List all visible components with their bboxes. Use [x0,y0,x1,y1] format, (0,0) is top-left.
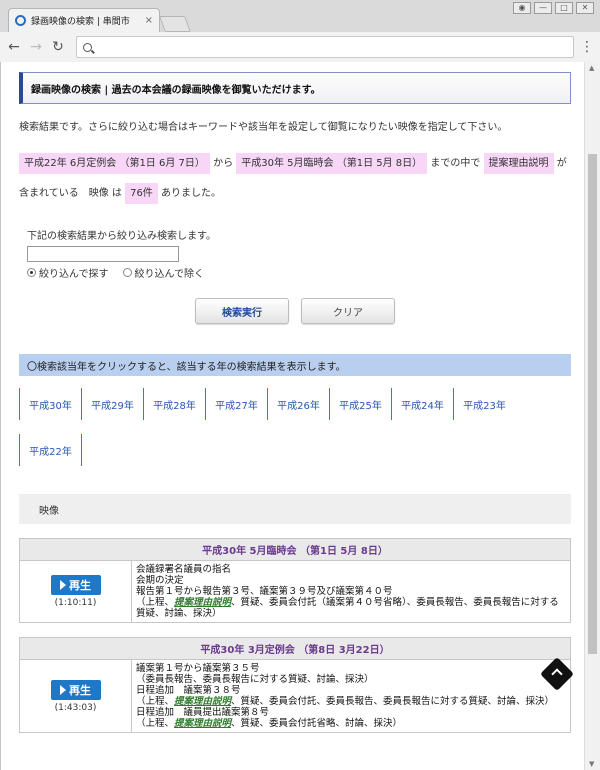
refine-mode: 絞り込んで探す 絞り込んで除く [27,265,571,280]
play-button[interactable]: 再生 [50,575,101,595]
browser-toolbar: ← → ↻ ⋮ [0,32,600,62]
radio-exclude-dot[interactable] [122,268,132,277]
from-session: 平成22年 6月定例会 （第1日 6月 7日） [19,153,210,174]
play-icon [60,580,66,590]
refine-search: 下記の検索結果から絞り込み検索します。 絞り込んで探す 絞り込んで除く [19,227,571,280]
agenda-line: 議案第１号から議案第３５号 [136,663,260,674]
record-title: 平成30年 3月定例会 （第8日 3月22日） [20,638,570,660]
result-count: 76件 [125,183,158,204]
year-link-h27[interactable]: 平成27年 [205,388,267,420]
forward-arrow-icon[interactable]: → [28,39,44,55]
page-title: 録画映像の検索 | 過去の本会議の録画映像を御覧いただけます。 [19,72,571,104]
page-scrollbar[interactable]: ▲ ▼ [584,62,600,770]
year-link-h23[interactable]: 平成23年 [453,388,515,420]
back-arrow-icon[interactable]: ← [6,39,22,55]
agenda-line: （上程、提案理由説明、質疑、委員会付託省略、討論、採決） [136,718,566,729]
page-content: 録画映像の検索 | 過去の本会議の録画映像を御覧いただけます。 検索結果です。さ… [19,72,571,733]
search-keyword: 提案理由説明 [483,153,554,174]
reload-icon[interactable]: ↻ [50,39,66,55]
scroll-down-icon[interactable]: ▼ [589,760,594,768]
year-link-h28[interactable]: 平成28年 [143,388,205,420]
new-tab-button[interactable] [159,16,191,32]
agenda-text: （上程、 [136,718,175,729]
scrollbar-thumb[interactable] [588,154,597,654]
address-bar[interactable] [76,36,574,58]
year-instruction: 〇検索該当年をクリックすると、該当する年の検索結果を表示します。 [19,354,571,376]
result-end-text: ありました。 [161,188,221,199]
agenda-line: 日程追加 議案第３８号 [136,685,241,696]
proposal-reason-link[interactable]: 提案理由説明 [174,696,231,707]
record-title: 平成30年 5月臨時会 （第1日 5月 8日） [20,539,570,561]
record-duration: (1:43:03) [54,702,97,713]
play-label: 再生 [69,683,91,697]
agenda-line: （上程、提案理由説明、質疑、委員会付託、委員長報告、委員長報告に対する質疑、討論… [136,696,566,707]
record-agenda: 会議録署名議員の指名 会期の決定 報告第１号から報告第３号、議案第３９号及び議案… [132,561,570,622]
agenda-line: 会期の決定 [136,575,184,586]
year-link-h24[interactable]: 平成24年 [391,388,453,420]
year-link-h29[interactable]: 平成29年 [81,388,143,420]
agenda-line: （上程、提案理由説明、質疑、委員会付託（議案第４０号省略）、委員長報告、委員長報… [136,597,566,619]
agenda-text: 、質疑、委員会付託、委員長報告、委員長報告に対する質疑、討論、採決） [231,696,555,707]
to-connector: までの中で [430,158,481,169]
action-buttons: 検索実行 クリア [19,298,571,324]
window-controls: ◉ — □ ✕ [513,2,594,14]
agenda-line: 報告第１号から報告第３号、議案第３９号及び議案第４０号 [136,586,393,597]
play-button[interactable]: 再生 [50,679,101,700]
to-session: 平成30年 5月臨時会 （第1日 5月 8日） [236,153,428,174]
year-link-h26[interactable]: 平成26年 [267,388,329,420]
site-favicon-icon [15,15,26,26]
record-agenda: 議案第１号から議案第３５号 （委員長報告、委員長報告に対する質疑、討論、採決） … [132,660,570,732]
radio-include-label: 絞り込んで探す [39,269,109,280]
agenda-line: 日程追加 議員提出議案第８号 [136,707,270,718]
clear-button[interactable]: クリア [301,298,395,324]
close-icon[interactable]: ✕ [576,2,594,14]
search-button[interactable]: 検索実行 [195,298,289,324]
minimize-icon[interactable]: — [534,2,552,14]
browser-chrome: 録画映像の検索 | 串間市 × ◉ — □ ✕ ← → ↻ ⋮ [0,0,600,62]
year-link-h30[interactable]: 平成30年 [19,388,81,420]
play-label: 再生 [69,579,91,592]
agenda-line: 会議録署名議員の指名 [136,564,232,575]
record-duration: (1:10:11) [54,598,97,608]
video-record: 平成30年 3月定例会 （第8日 3月22日） 再生 (1:43:03) 議案第… [19,637,571,733]
lead-text: 検索結果です。さらに絞り込む場合はキーワードや該当年を設定して御覧になりたい映像… [19,122,508,133]
agenda-text: 、質疑、委員会付託省略、討論、採決） [231,718,403,729]
browser-tab[interactable]: 録画映像の検索 | 串間市 × [8,8,160,32]
scroll-up-icon[interactable]: ▲ [589,64,594,72]
year-link-h25[interactable]: 平成25年 [329,388,391,420]
play-icon [60,684,66,695]
result-summary: 平成22年 6月定例会 （第1日 6月 7日） から 平成30年 5月臨時会 （… [19,149,571,209]
year-list: 平成30年 平成29年 平成28年 平成27年 平成26年 平成25年 平成24… [19,388,571,466]
radio-include[interactable]: 絞り込んで探す [27,265,109,280]
agenda-line: （委員長報告、委員長報告に対する質疑、討論、採決） [136,674,374,685]
proposal-reason-link[interactable]: 提案理由説明 [174,718,231,729]
agenda-text: （上程、 [136,696,175,707]
proposal-reason-link[interactable]: 提案理由説明 [174,597,231,608]
page-viewport: 録画映像の検索 | 過去の本会議の録画映像を御覧いただけます。 検索結果です。さ… [0,62,584,770]
tab-title: 録画映像の検索 | 串間市 [31,17,130,27]
tab-close-icon[interactable]: × [145,15,153,26]
refine-keyword-input[interactable] [27,246,179,262]
browser-menu-icon[interactable]: ⋮ [580,39,594,55]
video-record: 平成30年 5月臨時会 （第1日 5月 8日） 再生 (1:10:11) 会議録… [19,538,571,623]
year-link-h22[interactable]: 平成22年 [19,434,82,466]
user-icon[interactable]: ◉ [513,2,531,14]
refine-label: 下記の検索結果から絞り込み検索します。 [27,231,216,242]
video-section-header: 映像 [19,494,571,524]
search-icon [83,42,92,52]
from-connector: から [213,158,234,169]
radio-exclude[interactable]: 絞り込んで除く [122,265,205,280]
agenda-text: （上程、 [136,597,175,608]
radio-exclude-label: 絞り込んで除く [134,269,205,280]
maximize-icon[interactable]: □ [555,2,573,14]
radio-include-dot[interactable] [27,268,36,277]
